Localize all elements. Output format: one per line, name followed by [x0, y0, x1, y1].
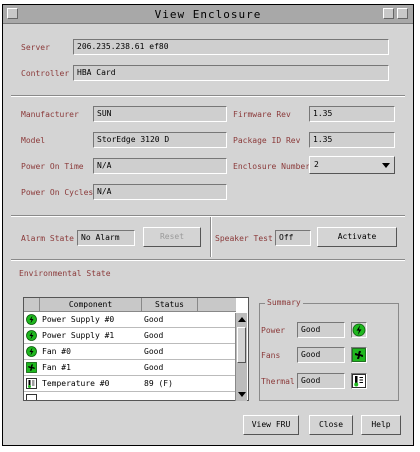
- summary-power-field: Good: [297, 322, 345, 338]
- speaker-test-field: Off: [275, 230, 311, 246]
- component-cell: Power Supply #0: [42, 315, 115, 324]
- server-label: Server: [21, 43, 50, 52]
- component-cell: Fan #1: [42, 363, 71, 372]
- minimize-button[interactable]: [383, 8, 394, 19]
- firmware-field: 1.35: [309, 106, 395, 122]
- view-fru-button[interactable]: View FRU: [243, 415, 299, 435]
- table-row[interactable]: Fan #0 Good: [24, 344, 236, 360]
- alarm-state-field: No Alarm: [77, 230, 135, 246]
- chevron-down-icon: [382, 163, 390, 168]
- view-enclosure-window: View Enclosure Server 206.235.238.61 ef8…: [2, 4, 414, 446]
- divider: [11, 259, 405, 261]
- manufacturer-label: Manufacturer: [21, 110, 79, 119]
- summary-title: Summary: [265, 298, 303, 307]
- status-cell: 89 (F): [144, 379, 173, 388]
- status-cell: Good: [144, 315, 164, 324]
- fan-icon: [26, 362, 37, 373]
- package-id-label: Package ID Rev: [233, 136, 301, 145]
- alarm-state-label: Alarm State: [21, 234, 74, 243]
- divider: [11, 95, 405, 97]
- table-row[interactable]: Power Supply #0 Good: [24, 312, 236, 328]
- title-bar: View Enclosure: [3, 5, 413, 24]
- model-field: StorEdge 3120 D: [93, 132, 227, 148]
- power-icon: [26, 330, 37, 341]
- component-cell: Temperature #0: [42, 379, 110, 388]
- model-label: Model: [21, 136, 46, 145]
- divider: [210, 217, 212, 257]
- power-on-time-label: Power On Time: [21, 162, 84, 171]
- divider: [11, 215, 405, 217]
- firmware-label: Firmware Rev: [233, 110, 291, 119]
- power-icon: [26, 346, 37, 357]
- summary-thermal-field: Good: [297, 373, 345, 389]
- maximize-button[interactable]: [397, 8, 408, 19]
- status-cell: Good: [144, 331, 164, 340]
- component-icon: [26, 394, 37, 400]
- table-row[interactable]: Temperature #0 89 (F): [24, 376, 236, 392]
- power-on-cycles-label: Power On Cycles: [21, 188, 94, 197]
- filler-column-header: [198, 298, 236, 312]
- controller-label: Controller: [21, 69, 70, 78]
- power-on-cycles-field: N/A: [93, 184, 227, 200]
- reset-button[interactable]: Reset: [143, 227, 201, 247]
- scroll-down-icon[interactable]: [238, 392, 246, 397]
- table-scrollbar[interactable]: [235, 313, 247, 401]
- scroll-thumb[interactable]: [237, 327, 246, 363]
- enclosure-number-label: Enclosure Number: [233, 162, 311, 171]
- status-cell: Good: [144, 363, 164, 372]
- server-field: 206.235.238.61 ef80: [73, 39, 389, 55]
- power-on-time-field: N/A: [93, 158, 227, 174]
- component-cell: Power Supply #1: [42, 331, 115, 340]
- power-icon: [351, 322, 367, 338]
- window-title: View Enclosure: [154, 8, 262, 21]
- table-row[interactable]: Power Supply #1 Good: [24, 328, 236, 344]
- environmental-state-label: Environmental State: [19, 269, 111, 278]
- table-row[interactable]: [24, 392, 236, 400]
- speaker-test-label: Speaker Test: [215, 234, 273, 243]
- fan-icon: [351, 347, 367, 363]
- enclosure-number-select[interactable]: 2: [309, 156, 395, 174]
- summary-thermal-label: Thermal: [261, 377, 295, 386]
- enclosure-number-value: 2: [314, 160, 319, 169]
- activate-button[interactable]: Activate: [317, 227, 397, 247]
- thermal-icon: [26, 378, 37, 389]
- icon-column-header: [24, 298, 40, 312]
- component-cell: Fan #0: [42, 347, 71, 356]
- component-column-header[interactable]: Component: [40, 298, 142, 312]
- power-icon: [26, 314, 37, 325]
- package-id-field: 1.35: [309, 132, 395, 148]
- controller-field: HBA Card: [73, 65, 389, 81]
- summary-fans-label: Fans: [261, 351, 281, 360]
- component-table[interactable]: Component Status Power Supply #0 Good Po…: [23, 297, 249, 401]
- close-button[interactable]: Close: [309, 415, 353, 435]
- table-row[interactable]: Fan #1 Good: [24, 360, 236, 376]
- status-column-header[interactable]: Status: [142, 298, 198, 312]
- scroll-up-icon[interactable]: [238, 317, 246, 322]
- thermal-icon: [351, 373, 367, 389]
- summary-power-label: Power: [261, 326, 286, 335]
- help-button[interactable]: Help: [361, 415, 401, 435]
- manufacturer-field: SUN: [93, 106, 227, 122]
- summary-fans-field: Good: [297, 347, 345, 363]
- status-cell: Good: [144, 347, 164, 356]
